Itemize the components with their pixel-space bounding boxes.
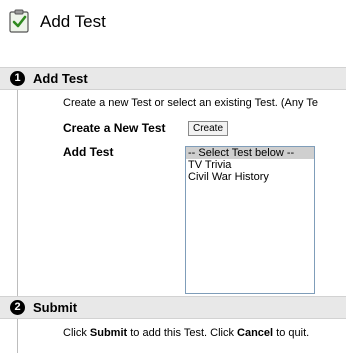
step-1-header: 1 Add Test (0, 67, 346, 90)
step-2-header: 2 Submit (0, 296, 346, 319)
step-1-guide-line (17, 90, 18, 296)
submit-keyword: Submit (89, 327, 128, 339)
step-1-number: 1 (10, 71, 25, 86)
submit-text-1: Click (63, 327, 90, 339)
add-test-instructions: Create a new Test or select an existing … (63, 97, 318, 109)
page-header: Add Test (0, 0, 346, 50)
submit-text-3: to quit. (273, 327, 310, 339)
test-option-civil-war-history[interactable]: Civil War History (186, 171, 314, 183)
create-new-test-label: Create a New Test (63, 121, 166, 135)
step-2-guide-line (17, 319, 18, 353)
page-title: Add Test (40, 12, 106, 31)
test-select-list[interactable]: -- Select Test below -- TV Trivia Civil … (185, 146, 315, 294)
create-button[interactable]: Create (188, 121, 229, 136)
submit-instructions: Click Submit to add this Test. Click Can… (63, 327, 309, 339)
step-1-label: Add Test (33, 71, 88, 86)
test-option-placeholder[interactable]: -- Select Test below -- (186, 147, 314, 159)
submit-text-2: to add this Test. Click (127, 327, 238, 339)
cancel-keyword: Cancel (237, 327, 274, 339)
clipboard-check-icon (9, 9, 29, 33)
add-test-label: Add Test (63, 145, 114, 159)
step-2-label: Submit (33, 300, 78, 315)
step-2-number: 2 (10, 300, 25, 315)
test-option-tv-trivia[interactable]: TV Trivia (186, 159, 314, 171)
